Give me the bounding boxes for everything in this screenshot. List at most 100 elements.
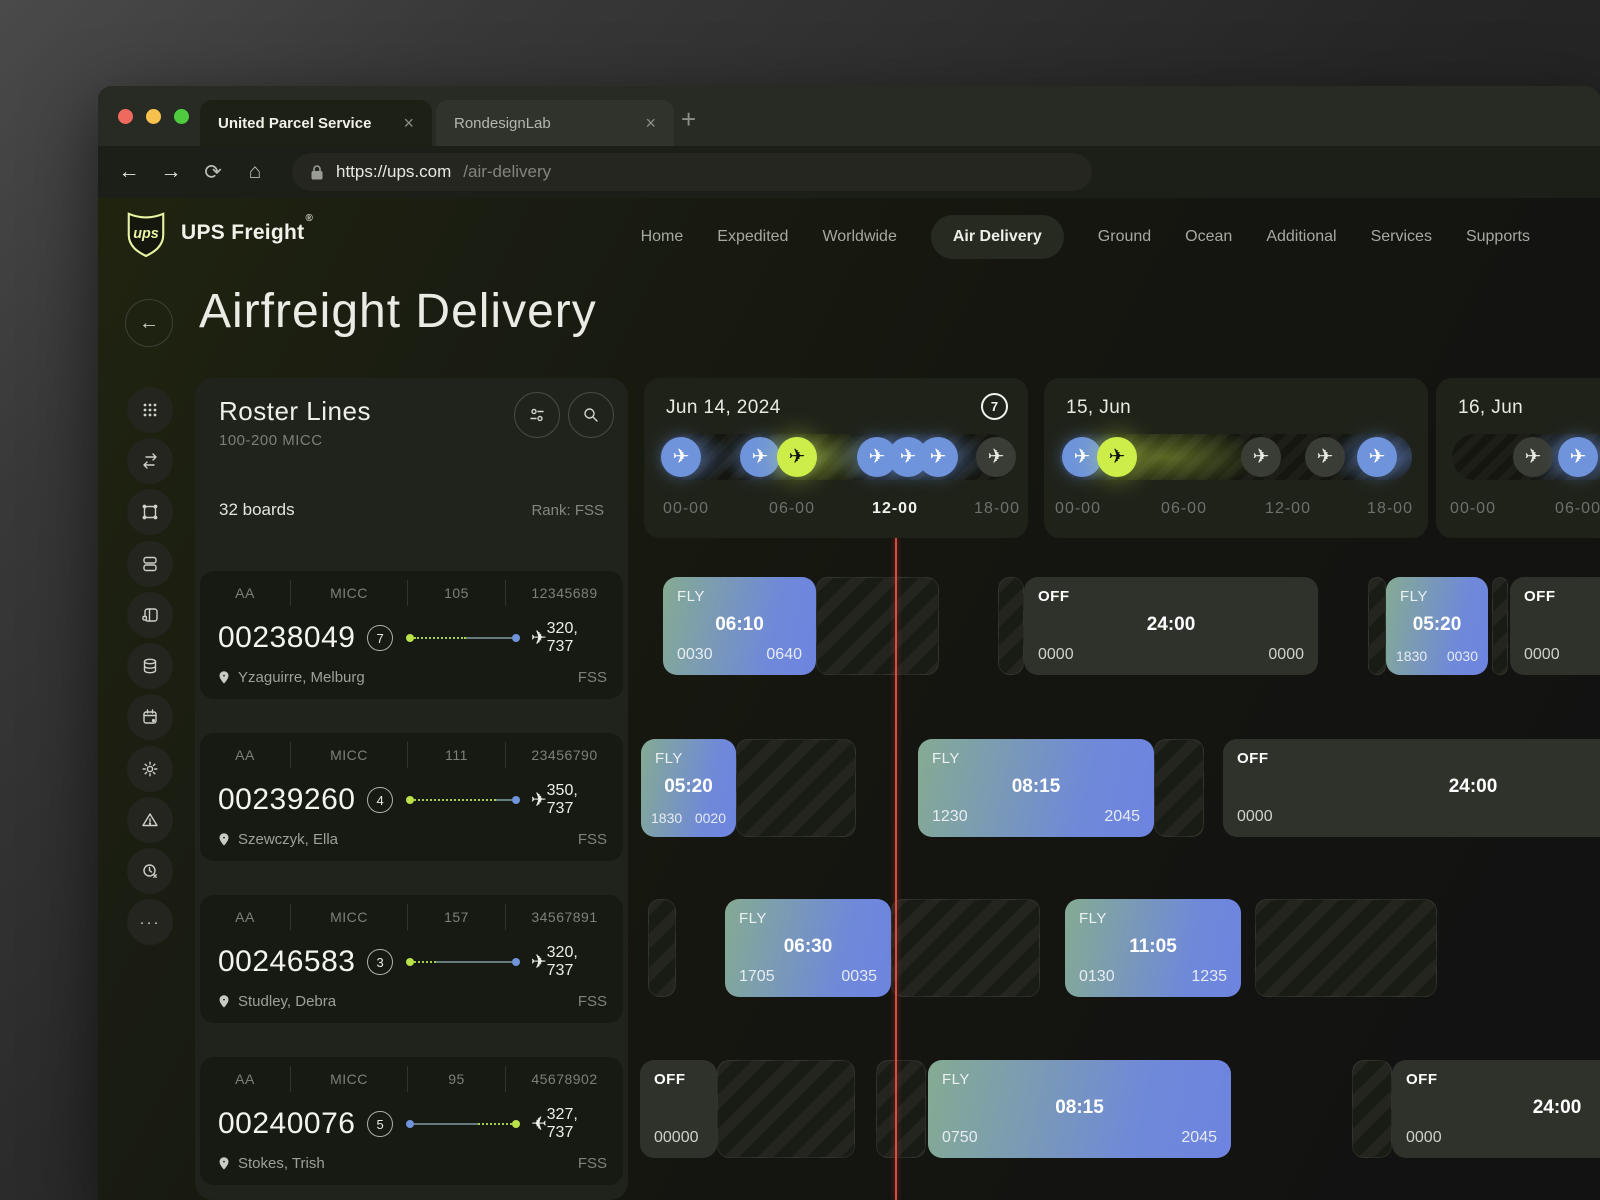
day-label: Jun 14, 2024: [666, 397, 781, 419]
rail-swap-button[interactable]: [127, 438, 173, 484]
employee-id: 45678902: [506, 1071, 623, 1087]
minimize-window-button[interactable]: [146, 109, 161, 124]
rail-selection-button[interactable]: [127, 489, 173, 535]
flight-marker[interactable]: ✈: [740, 437, 780, 477]
rail-calendar-settings-button[interactable]: [127, 694, 173, 740]
flight-marker[interactable]: ✈: [1558, 437, 1598, 477]
filter-button[interactable]: [514, 392, 560, 438]
plane-icon: ✈: [1369, 447, 1386, 467]
leg-count-badge: 3: [367, 949, 392, 975]
gantt-block-fly[interactable]: FLY 08:15 07502045: [928, 1060, 1231, 1158]
flight-marker-active[interactable]: ✈: [777, 437, 817, 477]
block-end-time: 0000: [1268, 646, 1304, 664]
rail-rows-button[interactable]: [127, 541, 173, 587]
nav-item-air-delivery[interactable]: Air Delivery: [931, 215, 1064, 259]
close-tab-icon[interactable]: ×: [403, 114, 414, 132]
nav-item-worldwide[interactable]: Worldwide: [822, 228, 896, 246]
gantt-block-off[interactable]: OFF 24:00 00000000: [1024, 577, 1318, 675]
nav-item-home[interactable]: Home: [641, 228, 684, 246]
tab-rondesignlab[interactable]: RondesignLab ×: [436, 100, 674, 146]
crew-name: Stokes, Trish: [238, 1155, 325, 1172]
rail-alerts-button[interactable]: [127, 797, 173, 843]
flight-count-badge[interactable]: 7: [981, 393, 1008, 420]
flight-marker[interactable]: ✈: [976, 437, 1016, 477]
block-type: FLY: [739, 910, 767, 927]
new-tab-button[interactable]: +: [681, 106, 696, 132]
gantt-block-fly[interactable]: FLY 06:10 00300640: [663, 577, 816, 675]
gantt-block-fly[interactable]: FLY 11:05 01301235: [1065, 899, 1241, 997]
flight-marker-active[interactable]: ✈: [1097, 437, 1137, 477]
apps-grid-icon: [140, 400, 160, 420]
gantt-hatch-segment: [1368, 577, 1386, 675]
plane-icon: ✈: [1570, 447, 1587, 467]
gantt-block-fly[interactable]: FLY 05:20 18300020: [641, 739, 736, 837]
nav-item-ground[interactable]: Ground: [1098, 228, 1151, 246]
block-start-time: 0000: [1237, 808, 1273, 826]
gantt-block-fly[interactable]: FLY 05:20 18300030: [1386, 577, 1488, 675]
flight-marker[interactable]: ✈: [1241, 437, 1281, 477]
roster-board-card[interactable]: AA MICC 157 34567891 00246583 3 ✈ 320, 7…: [200, 895, 623, 1023]
leg-count-badge: 5: [367, 1111, 392, 1137]
gantt-block-off[interactable]: OFF 24:00 0000: [1223, 739, 1600, 837]
page-back-button[interactable]: ←: [125, 299, 173, 347]
fleet-types: 320, 737: [547, 944, 607, 980]
rail-settings-button[interactable]: [127, 746, 173, 792]
nav-item-supports[interactable]: Supports: [1466, 228, 1530, 246]
block-duration: 05:20: [1386, 614, 1488, 636]
time-tick: 06-00: [1161, 500, 1207, 518]
search-button[interactable]: [568, 392, 614, 438]
url-host: https://ups.com: [336, 162, 451, 182]
browser-toolbar: ← → ⟳ ⌂ https://ups.com/air-delivery: [98, 146, 1600, 198]
roster-board-card[interactable]: AA MICC 111 23456790 00239260 4 ✈ 350, 7…: [200, 733, 623, 861]
flight-marker[interactable]: ✈: [1062, 437, 1102, 477]
close-tab-icon[interactable]: ×: [645, 114, 656, 132]
nav-item-additional[interactable]: Additional: [1266, 228, 1336, 246]
gantt-block-fly[interactable]: FLY 08:15 12302045: [918, 739, 1154, 837]
back-arrow-icon: ←: [139, 312, 159, 335]
rail-more-button[interactable]: ···: [127, 899, 173, 945]
flight-marker[interactable]: ✈: [1305, 437, 1345, 477]
rail-database-button[interactable]: [127, 643, 173, 689]
brand: ups UPS Freight®: [123, 208, 312, 258]
location-pin-icon: [218, 670, 230, 685]
flight-marker[interactable]: ✈: [918, 437, 958, 477]
tab-title: RondesignLab: [454, 115, 635, 132]
leg-count-badge: 7: [367, 625, 392, 651]
nav-item-expedited[interactable]: Expedited: [717, 228, 788, 246]
block-type: FLY: [677, 588, 705, 605]
gantt-block-fly[interactable]: FLY 06:30 17050035: [725, 899, 891, 997]
warning-triangle-icon: [140, 810, 160, 830]
block-type: FLY: [655, 750, 683, 767]
block-start-time: 0030: [677, 646, 713, 664]
block-end-time: 2045: [1104, 808, 1140, 826]
block-end-time: 1235: [1191, 968, 1227, 986]
reload-icon[interactable]: ⟳: [198, 160, 228, 185]
time-tick: 12-00: [1265, 500, 1311, 518]
roster-board-card[interactable]: AA MICC 95 45678902 00240076 5 ✈ 327, 73…: [200, 1057, 623, 1185]
nav-item-ocean[interactable]: Ocean: [1185, 228, 1232, 246]
employee-id: 23456790: [506, 747, 623, 763]
rail-board-layout-button[interactable]: [127, 592, 173, 638]
gantt-block-off[interactable]: OFF 24:00 0000: [1392, 1060, 1600, 1158]
flight-marker[interactable]: ✈: [1513, 437, 1553, 477]
rail-history-button[interactable]: [127, 848, 173, 894]
roster-board-card[interactable]: AA MICC 105 12345689 00238049 7 ✈ 320, 7…: [200, 571, 623, 699]
base-code: MICC: [291, 585, 407, 601]
back-icon[interactable]: ←: [114, 160, 144, 184]
gantt-block-off[interactable]: OFF 00000: [640, 1060, 717, 1158]
rail-apps-grid-button[interactable]: [127, 387, 173, 433]
block-start-time: 00000: [654, 1129, 699, 1147]
tab-united-parcel-service[interactable]: United Parcel Service ×: [200, 100, 432, 146]
home-icon[interactable]: ⌂: [240, 160, 270, 184]
nav-item-services[interactable]: Services: [1371, 228, 1432, 246]
gantt-block-off[interactable]: OFF 0000: [1510, 577, 1600, 675]
close-window-button[interactable]: [118, 109, 133, 124]
flight-band: ✈ ✈: [1452, 434, 1600, 480]
forward-icon[interactable]: →: [156, 160, 186, 184]
flight-marker[interactable]: ✈: [1357, 437, 1397, 477]
address-bar[interactable]: https://ups.com/air-delivery: [292, 153, 1092, 191]
roster-subtitle: 100-200 MICC: [219, 432, 323, 449]
flight-marker[interactable]: ✈: [661, 437, 701, 477]
time-tick: 18-00: [974, 500, 1020, 518]
zoom-window-button[interactable]: [174, 109, 189, 124]
